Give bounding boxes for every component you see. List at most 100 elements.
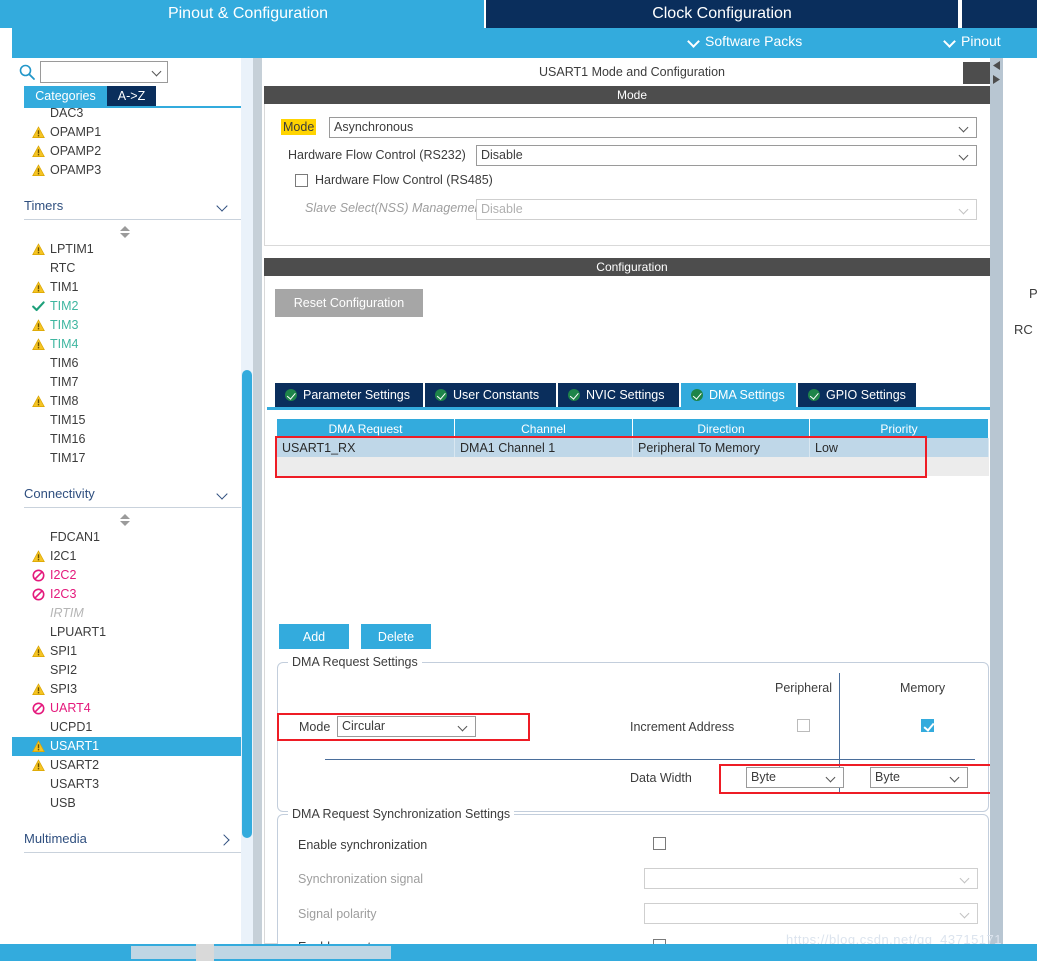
hw-flow-rs232-label: Hardware Flow Control (RS232) bbox=[288, 148, 466, 162]
chevron-down-icon bbox=[688, 36, 699, 47]
chevron-down-icon[interactable] bbox=[218, 202, 230, 214]
sidebar-item-label: LPTIM1 bbox=[50, 242, 94, 256]
pinout-label: Pinout bbox=[961, 33, 1001, 49]
sidebar-item-tim7[interactable]: TIM7 bbox=[12, 373, 244, 392]
pinout-menu[interactable]: Pinout bbox=[944, 33, 1001, 49]
sidebar-item-tim4[interactable]: TIM4 bbox=[12, 335, 244, 354]
search-input[interactable] bbox=[43, 63, 147, 81]
right-stub-panel bbox=[1003, 58, 1037, 944]
sidebar-item-label: USART3 bbox=[50, 777, 100, 791]
sidebar-item-uart4[interactable]: UART4 bbox=[12, 699, 244, 718]
sidebar-item-i2c3[interactable]: I2C3 bbox=[12, 585, 244, 604]
configuration-tabs: Parameter Settings User Constants NVIC Set… bbox=[267, 383, 1003, 407]
scroll-up-icon[interactable] bbox=[991, 60, 1002, 71]
warning-icon bbox=[32, 683, 45, 696]
tab-label: Parameter Settings bbox=[303, 388, 410, 402]
sidebar-item-label: TIM17 bbox=[50, 451, 86, 465]
sidebar-item-tim16[interactable]: TIM16 bbox=[12, 430, 244, 449]
sidebar-item-irtim[interactable]: IRTIM bbox=[12, 604, 244, 623]
warning-icon bbox=[32, 740, 45, 753]
warning-icon bbox=[32, 243, 45, 256]
sidebar-item-opamp1[interactable]: OPAMP1 bbox=[12, 123, 244, 142]
sidebar-item-tim17[interactable]: TIM17 bbox=[12, 449, 244, 468]
chevron-down-icon[interactable] bbox=[153, 68, 162, 77]
increment-address-label: Increment Address bbox=[630, 720, 735, 734]
tab-clock-label: Clock Configuration bbox=[652, 5, 792, 22]
sidebar-group-connectivity[interactable]: Connectivity bbox=[12, 482, 244, 512]
software-packs-menu[interactable]: Software Packs bbox=[688, 33, 802, 49]
sidebar-item-i2c2[interactable]: I2C2 bbox=[12, 566, 244, 585]
sidebar-item-opamp3[interactable]: OPAMP3 bbox=[12, 161, 244, 180]
delete-button[interactable]: Delete bbox=[361, 624, 431, 649]
sidebar-scrollbar-thumb[interactable] bbox=[242, 370, 252, 838]
sidebar-item-tim1[interactable]: TIM1 bbox=[12, 278, 244, 297]
chevron-down-icon[interactable] bbox=[218, 490, 230, 502]
sidebar-item-label: I2C2 bbox=[50, 568, 77, 582]
tab-categories[interactable]: Categories bbox=[24, 86, 107, 106]
sidebar-item-tim15[interactable]: TIM15 bbox=[12, 411, 244, 430]
increment-address-memory-checkbox[interactable] bbox=[921, 719, 934, 732]
sidebar-item-usart3[interactable]: USART3 bbox=[12, 775, 244, 794]
peripheral-column-label: Peripheral bbox=[775, 681, 832, 695]
sidebar-item-usb[interactable]: USB bbox=[12, 794, 244, 813]
increment-address-peripheral-checkbox[interactable] bbox=[797, 719, 810, 732]
tab-extra[interactable] bbox=[962, 0, 1037, 28]
dma-sync-settings-legend: DMA Request Synchronization Settings bbox=[288, 807, 515, 821]
sidebar-group-title: Connectivity bbox=[24, 486, 95, 501]
signal-polarity-select bbox=[644, 903, 978, 924]
sidebar-item-tim8[interactable]: TIM8 bbox=[12, 392, 244, 411]
tab-a-to-z[interactable]: A->Z bbox=[107, 86, 156, 106]
sidebar-item-ucpd1[interactable]: UCPD1 bbox=[12, 718, 244, 737]
sidebar-item-tim2[interactable]: TIM2 bbox=[12, 297, 244, 316]
group-spinner-icon[interactable] bbox=[12, 224, 244, 240]
hw-flow-rs232-select[interactable]: Disable bbox=[476, 145, 977, 166]
chevron-down-icon bbox=[960, 206, 969, 215]
sidebar-item-label: TIM1 bbox=[50, 280, 79, 294]
bottom-scrollbar-thumb[interactable] bbox=[131, 946, 391, 959]
sidebar-item-spi3[interactable]: SPI3 bbox=[12, 680, 244, 699]
sidebar-item-spi1[interactable]: SPI1 bbox=[12, 642, 244, 661]
reset-configuration-button[interactable]: Reset Configuration bbox=[275, 289, 423, 317]
group-spinner-icon[interactable] bbox=[12, 512, 244, 528]
dma-row-highlight-box bbox=[275, 436, 927, 478]
chevron-right-icon[interactable] bbox=[218, 835, 230, 847]
main-scrollbar-track[interactable] bbox=[990, 58, 1003, 944]
sidebar-group-timers[interactable]: Timers bbox=[12, 194, 244, 224]
tab-pinout-configuration[interactable]: Pinout & Configuration bbox=[12, 0, 484, 28]
sidebar-group-multimedia[interactable]: Multimedia bbox=[12, 827, 244, 857]
sidebar-item-fdcan1[interactable]: FDCAN1 bbox=[12, 528, 244, 547]
sidebar-item-label: USART2 bbox=[50, 758, 100, 772]
warning-icon bbox=[32, 126, 45, 139]
warning-icon bbox=[32, 338, 45, 351]
sidebar-item-spi2[interactable]: SPI2 bbox=[12, 661, 244, 680]
sidebar-item-label: I2C3 bbox=[50, 587, 77, 601]
group-divider bbox=[24, 507, 244, 508]
synchronization-signal-select bbox=[644, 868, 978, 889]
tab-dma-settings[interactable]: DMA Settings bbox=[681, 383, 796, 407]
enable-synchronization-checkbox[interactable] bbox=[653, 837, 666, 850]
sidebar-item-usart2[interactable]: USART2 bbox=[12, 756, 244, 775]
tab-nvic-settings[interactable]: NVIC Settings bbox=[558, 383, 679, 407]
sidebar-item-rtc[interactable]: RTC bbox=[12, 259, 244, 278]
sidebar-item-i2c1[interactable]: I2C1 bbox=[12, 547, 244, 566]
hw-flow-rs485-checkbox[interactable] bbox=[295, 174, 308, 187]
sidebar-item-opamp2[interactable]: OPAMP2 bbox=[12, 142, 244, 161]
mode-select[interactable]: Asynchronous bbox=[329, 117, 977, 138]
tab-parameter-settings[interactable]: Parameter Settings bbox=[275, 383, 423, 407]
tab-clock-configuration[interactable]: Clock Configuration bbox=[486, 0, 958, 28]
scroll-down-icon[interactable] bbox=[991, 74, 1002, 85]
sidebar-item-label: UCPD1 bbox=[50, 720, 93, 734]
sidebar-item-lptim1[interactable]: LPTIM1 bbox=[12, 240, 244, 259]
sidebar-item-tim6[interactable]: TIM6 bbox=[12, 354, 244, 373]
sidebar-item-usart1[interactable]: USART1 bbox=[12, 737, 244, 756]
sidebar-item-label: TIM7 bbox=[50, 375, 79, 389]
tab-user-constants[interactable]: User Constants bbox=[425, 383, 556, 407]
sidebar-item-lpuart1[interactable]: LPUART1 bbox=[12, 623, 244, 642]
sidebar-item-dac3[interactable]: DAC3 bbox=[12, 108, 244, 123]
add-button[interactable]: Add bbox=[279, 624, 349, 649]
group-divider bbox=[24, 852, 244, 853]
search-combobox[interactable] bbox=[40, 61, 168, 83]
tab-gpio-settings[interactable]: GPIO Settings bbox=[798, 383, 916, 407]
sidebar-item-tim3[interactable]: TIM3 bbox=[12, 316, 244, 335]
delete-button-label: Delete bbox=[377, 629, 415, 644]
